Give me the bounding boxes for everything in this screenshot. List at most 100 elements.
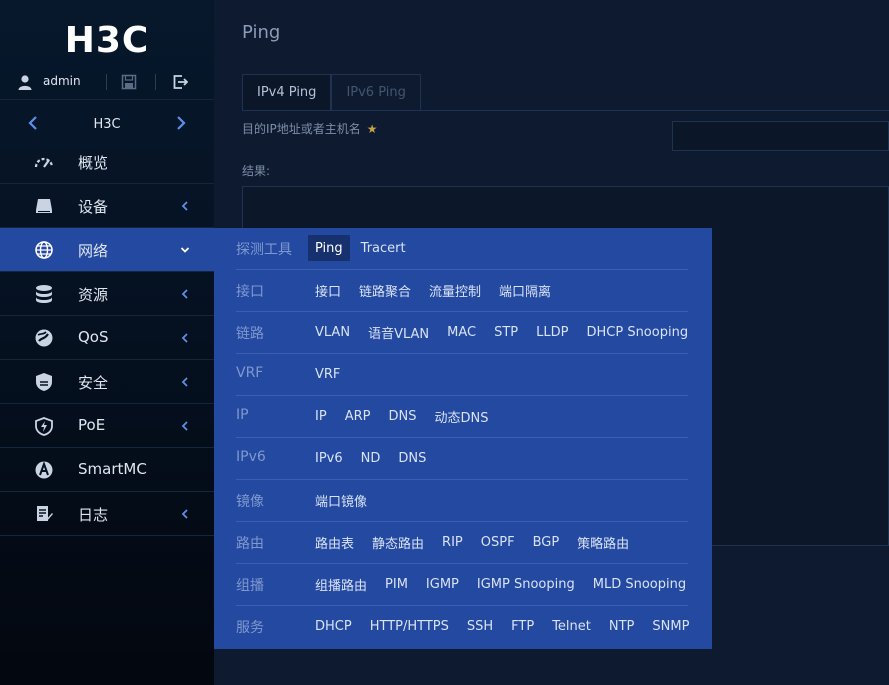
database-icon: [34, 284, 54, 304]
target-label: 目的IP地址或者主机名 ★: [242, 120, 378, 137]
chevron-left-icon: [181, 421, 188, 431]
sidebar-item-label: 概览: [78, 154, 109, 172]
menu-category: VRF: [236, 365, 264, 381]
menu-link[interactable]: LLDP: [529, 319, 575, 345]
menu-link[interactable]: ARP: [338, 403, 378, 429]
menu-link[interactable]: DHCP Snooping: [579, 319, 695, 345]
divider: [155, 74, 156, 90]
user-bar: admin: [0, 64, 214, 100]
menu-category: 路由: [236, 536, 264, 552]
menu-link[interactable]: IPv6: [308, 445, 350, 471]
sidebar-item-8[interactable]: SmartMC: [0, 448, 214, 492]
chevron-right-icon[interactable]: [174, 114, 188, 132]
network-menu-panel: 探测工具 Ping Tracert 接口 接口 链路聚合 流量控制 端口隔离 链路 VLAN 语音V…: [214, 228, 712, 649]
menu-group-row: 链路 VLAN 语音VLAN MAC STP LLDP DHCP Snooping: [236, 312, 688, 354]
menu-link[interactable]: 流量控制: [422, 277, 488, 303]
sidebar-item-9[interactable]: 日志: [0, 492, 214, 536]
menu-link[interactable]: RIP: [435, 529, 470, 555]
menu-link[interactable]: Ping: [308, 235, 350, 261]
sidebar-item-label: QoS: [78, 328, 109, 346]
gauge-icon: [34, 152, 54, 172]
page-title: Ping: [242, 22, 281, 43]
menu-link[interactable]: IGMP Snooping: [470, 571, 582, 597]
result-label: 结果:: [242, 164, 271, 178]
menu-link[interactable]: Tracert: [354, 235, 413, 261]
sidebar-item-6[interactable]: 安全: [0, 360, 214, 404]
sidebar-nav: 概览设备网络资源 QoS 安全 PoE SmartMC 日志: [0, 140, 214, 536]
menu-link[interactable]: MAC: [440, 319, 483, 345]
menu-link[interactable]: SSH: [460, 613, 500, 639]
menu-link[interactable]: 静态路由: [365, 529, 431, 555]
shield-icon: [34, 372, 54, 392]
sidebar-item-5[interactable]: QoS: [0, 316, 214, 360]
menu-link[interactable]: PIM: [378, 571, 415, 597]
menu-link[interactable]: 组播路由: [308, 571, 374, 597]
globe-icon: [34, 240, 54, 260]
menu-link[interactable]: SNMP: [645, 613, 696, 639]
tab-ipv6-ping[interactable]: IPv6 Ping: [331, 74, 421, 110]
chevron-left-icon: [181, 333, 188, 343]
save-icon[interactable]: [121, 74, 137, 90]
menu-link[interactable]: DHCP: [308, 613, 359, 639]
menu-group-row: 接口 接口 链路聚合 流量控制 端口隔离: [236, 270, 688, 312]
sidebar-item-label: 设备: [78, 198, 109, 216]
username: admin: [43, 74, 81, 88]
sidebar-item-2[interactable]: 设备: [0, 184, 214, 228]
menu-link[interactable]: ND: [354, 445, 388, 471]
sidebar-item-label: 日志: [78, 506, 109, 524]
menu-link[interactable]: HTTP/HTTPS: [363, 613, 456, 639]
menu-link[interactable]: VRF: [308, 361, 347, 387]
menu-links: Ping Tracert: [308, 234, 417, 262]
sidebar-item-label: 资源: [78, 286, 109, 304]
menu-category: 链路: [236, 326, 264, 342]
menu-link[interactable]: DNS: [381, 403, 423, 429]
user-icon: [18, 75, 32, 90]
tab-divider: [242, 110, 889, 111]
menu-links: DHCP HTTP/HTTPS SSH FTP Telnet NTP SNMP: [308, 612, 700, 640]
chevron-left-icon: [181, 289, 188, 299]
menu-link[interactable]: IP: [308, 403, 334, 429]
menu-link[interactable]: 动态DNS: [427, 403, 495, 429]
target-input[interactable]: [672, 121, 889, 151]
menu-group-row: VRF VRF: [236, 354, 688, 396]
sidebar: H3C admin H3C 概览 设备 网络 资源 QoS 安全 PoE SmartMC 日志: [0, 0, 214, 685]
chevron-left-icon: [181, 201, 188, 211]
menu-link[interactable]: DNS: [391, 445, 433, 471]
menu-links: IP ARP DNS 动态DNS: [308, 402, 499, 430]
menu-link[interactable]: 语音VLAN: [361, 319, 436, 345]
logout-icon[interactable]: [172, 74, 188, 90]
menu-category: 探测工具: [236, 242, 292, 258]
sidebar-item-1[interactable]: 概览: [0, 140, 214, 184]
menu-links: 接口 链路聚合 流量控制 端口隔离: [308, 276, 562, 304]
menu-link[interactable]: 路由表: [308, 529, 361, 555]
menu-link[interactable]: NTP: [602, 613, 642, 639]
menu-category: 镜像: [236, 494, 264, 510]
tab-ipv4-ping[interactable]: IPv4 Ping: [242, 74, 332, 110]
log-icon: [34, 504, 54, 524]
chevron-left-icon: [181, 377, 188, 387]
menu-category: 服务: [236, 620, 264, 636]
power-shield-icon: [34, 416, 54, 436]
menu-links: 路由表 静态路由 RIP OSPF BGP 策略路由: [308, 528, 640, 556]
menu-group-row: 组播 组播路由 PIM IGMP IGMP Snooping MLD Snooping: [236, 564, 688, 606]
sidebar-item-4[interactable]: 资源: [0, 272, 214, 316]
menu-link[interactable]: FTP: [504, 613, 541, 639]
menu-link[interactable]: 策略路由: [570, 529, 636, 555]
menu-link[interactable]: 接口: [308, 277, 348, 303]
menu-category: 组播: [236, 578, 264, 594]
menu-links: IPv6 ND DNS: [308, 444, 437, 472]
sidebar-item-3[interactable]: 网络: [0, 228, 214, 272]
menu-links: VRF: [308, 360, 351, 388]
menu-link[interactable]: VLAN: [308, 319, 357, 345]
menu-link[interactable]: STP: [487, 319, 525, 345]
menu-link[interactable]: 链路聚合: [352, 277, 418, 303]
menu-link[interactable]: IGMP: [419, 571, 466, 597]
menu-link[interactable]: OSPF: [474, 529, 522, 555]
menu-link[interactable]: Telnet: [545, 613, 598, 639]
menu-link[interactable]: 端口隔离: [492, 277, 558, 303]
sidebar-item-7[interactable]: PoE: [0, 404, 214, 448]
menu-link[interactable]: BGP: [526, 529, 567, 555]
device-icon: [34, 196, 54, 216]
menu-link[interactable]: 端口镜像: [308, 487, 374, 513]
menu-link[interactable]: MLD Snooping: [586, 571, 693, 597]
